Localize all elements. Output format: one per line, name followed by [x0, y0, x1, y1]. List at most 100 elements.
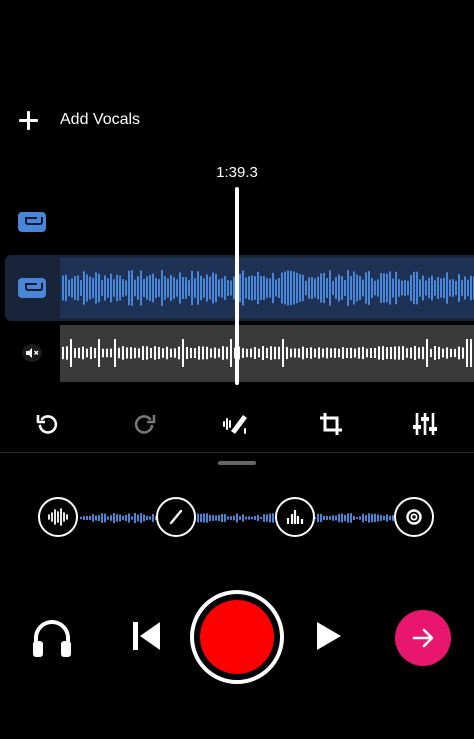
sliders-icon	[413, 413, 437, 435]
crop-button[interactable]	[315, 408, 347, 440]
waveform-bar	[330, 348, 332, 358]
waveform-bar	[266, 278, 268, 298]
speaker-muted-icon[interactable]	[22, 344, 42, 362]
waveform-bar	[446, 347, 448, 359]
record-button[interactable]	[190, 590, 284, 684]
waveform-bar	[440, 278, 442, 298]
waveform-bar	[290, 270, 292, 306]
waveform-bar	[431, 275, 433, 301]
waveform-bar	[425, 280, 427, 296]
add-vocals-label: Add Vocals	[60, 111, 141, 128]
waveform-bar	[299, 273, 301, 303]
waveform-bar	[126, 347, 128, 359]
track-3-waveform[interactable]	[60, 325, 474, 382]
redo-button[interactable]	[128, 408, 160, 440]
drag-handle[interactable]	[218, 461, 256, 465]
waveform-bar	[118, 347, 120, 359]
effects-wave-bar	[137, 514, 139, 522]
waveform-bar	[350, 275, 352, 301]
waveform-bar	[242, 348, 244, 358]
waveform-bar	[458, 274, 460, 302]
waveform-bar	[102, 348, 104, 358]
track-1-cassette-icon[interactable]	[18, 212, 46, 232]
effect-waveform-button[interactable]	[38, 497, 78, 537]
waveform-bar	[128, 270, 130, 306]
effects-wave-bar	[377, 514, 379, 522]
effects-wave-bar	[233, 515, 235, 521]
waveform-bar	[455, 280, 457, 296]
equalizer-icon	[286, 510, 304, 524]
waveform-bar	[383, 273, 385, 303]
waveform-bar	[77, 275, 79, 301]
effects-wave-bar	[245, 516, 247, 520]
effects-wave-bar	[260, 516, 262, 520]
effects-wave-bar	[251, 516, 253, 520]
waveform-bar	[422, 346, 424, 360]
track-2-cassette-icon[interactable]	[18, 278, 46, 298]
skip-back-button[interactable]	[124, 614, 168, 658]
ring-icon	[406, 509, 422, 525]
waveform-bar	[176, 279, 178, 297]
waveform-bar	[366, 348, 368, 358]
waveform-bar	[146, 346, 148, 360]
playhead-line[interactable]	[235, 187, 239, 385]
mixer-button[interactable]	[409, 408, 441, 440]
waveform-bar	[202, 346, 204, 360]
effects-wave-bar	[86, 515, 88, 521]
effects-wave-bar	[227, 516, 229, 520]
waveform-bar	[359, 275, 361, 301]
effects-wave-bar	[98, 515, 100, 521]
effects-wave-bar	[338, 513, 340, 523]
waveform-bar	[155, 277, 157, 299]
waveform-bar	[378, 346, 380, 360]
waveform-bar	[314, 348, 316, 358]
waveform-bar	[422, 275, 424, 301]
waveform-bar	[182, 339, 184, 367]
headphones-button[interactable]	[26, 612, 78, 664]
effects-wave-bar	[113, 513, 115, 523]
waveform-bar	[206, 346, 208, 360]
waveform-bar	[382, 346, 384, 360]
waveform-bar	[242, 270, 244, 306]
waveform-bar	[311, 277, 313, 299]
play-button[interactable]	[306, 614, 350, 658]
panel-divider	[0, 452, 474, 453]
waveform-bar	[342, 347, 344, 359]
waveform-bar	[413, 271, 415, 305]
effect-ring-button[interactable]	[394, 497, 434, 537]
waveform-bar	[442, 348, 444, 358]
waveform-bar	[224, 276, 226, 300]
waveform-bar	[454, 348, 456, 358]
effects-wave-bar	[329, 516, 331, 520]
waveform-bar	[119, 275, 121, 301]
effects-wave-bar	[386, 514, 388, 522]
waveform-bar	[254, 347, 256, 359]
track-2-waveform[interactable]	[60, 258, 474, 318]
waveform-bar	[398, 346, 400, 360]
waveform-icon	[48, 508, 68, 526]
waveform-bar	[186, 346, 188, 360]
record-dot	[200, 600, 274, 674]
magic-pen-button[interactable]	[220, 408, 252, 440]
effects-wave-bar	[383, 515, 385, 521]
effect-slash-button[interactable]	[156, 497, 196, 537]
next-button[interactable]	[395, 610, 451, 666]
waveform-bar	[419, 279, 421, 297]
waveform-bar	[82, 346, 84, 360]
waveform-bar	[62, 275, 64, 301]
waveform-bar	[341, 276, 343, 300]
waveform-bar	[167, 278, 169, 298]
waveform-bar	[338, 274, 340, 302]
waveform-bar	[338, 348, 340, 358]
waveform-bar	[191, 270, 193, 306]
waveform-bar	[286, 346, 288, 360]
effects-wave-bar	[380, 515, 382, 521]
undo-button[interactable]	[32, 408, 64, 440]
effect-equalizer-button[interactable]	[275, 497, 315, 537]
add-vocals-button[interactable]: Add Vocals	[18, 110, 140, 130]
effects-wave-bar	[239, 516, 241, 520]
crop-icon	[320, 413, 342, 435]
waveform-bar	[371, 278, 373, 298]
effects-wave-bar	[200, 513, 202, 523]
waveform-bar	[260, 276, 262, 300]
